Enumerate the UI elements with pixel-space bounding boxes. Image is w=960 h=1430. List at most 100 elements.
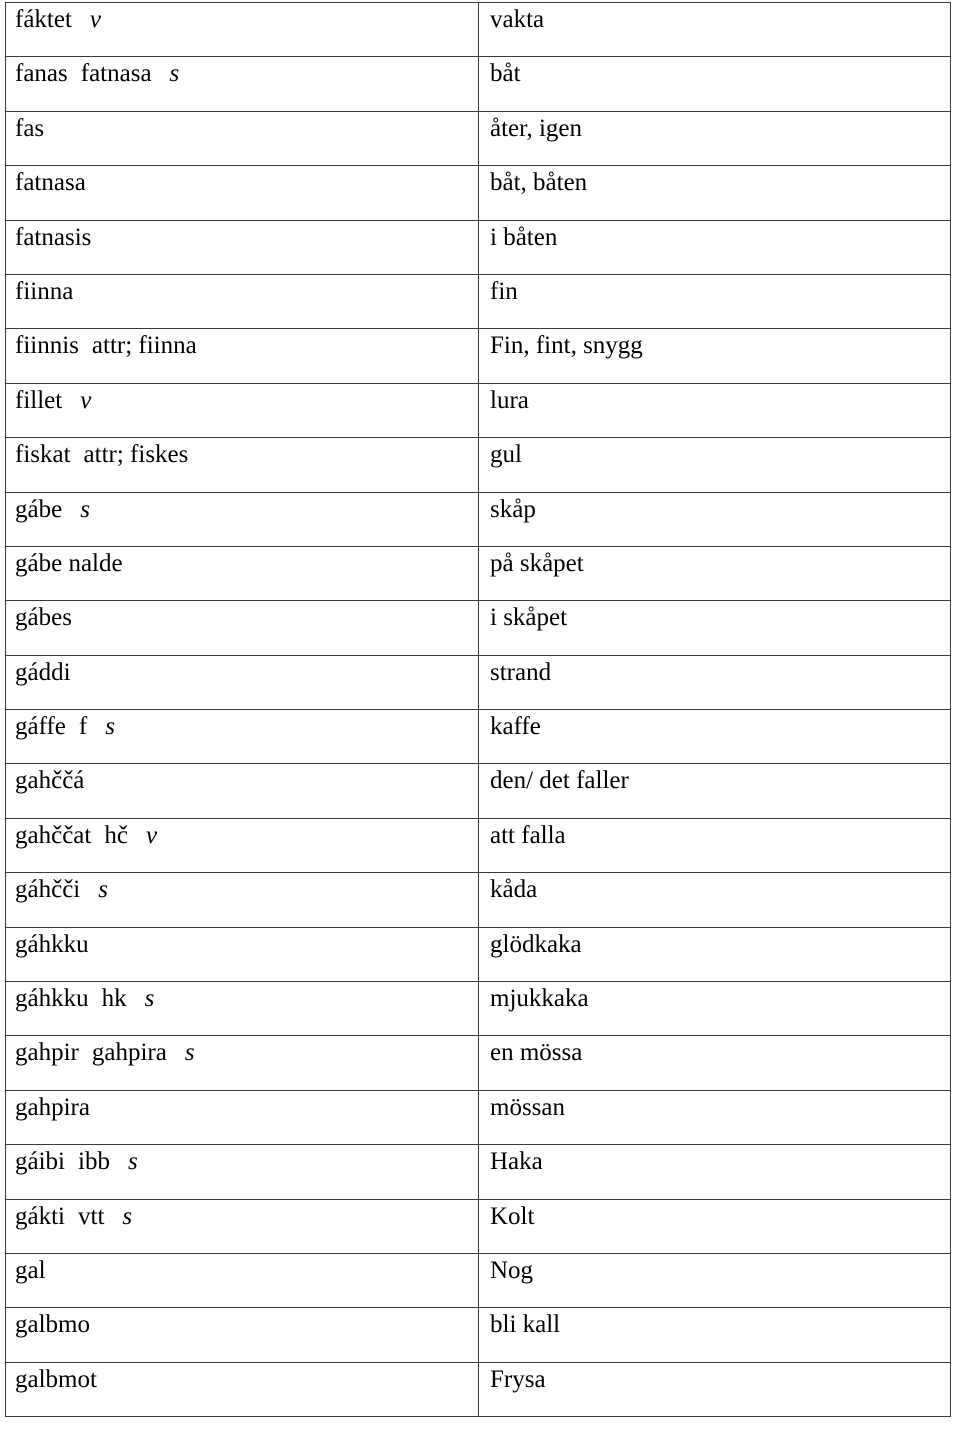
headword-stem: fatnasa (80, 60, 152, 88)
part-of-speech-marker: s (127, 1148, 138, 1176)
glossary-term-cell: gáhčči s (5, 872, 479, 928)
translation-text: Kolt (490, 1202, 535, 1230)
glossary-translation-cell: lura (478, 382, 951, 439)
translation-text: strand (490, 658, 552, 686)
translation-text: åter, igen (490, 114, 583, 142)
translation-text: fin (490, 277, 518, 305)
glossary-translation-cell: mössan (478, 1089, 951, 1146)
table-row: gáhkku glödkaka (5, 926, 951, 983)
glossary-translation-cell: gul (478, 437, 951, 493)
table-row: fiinna fin (5, 273, 951, 330)
headword-stem: hč (104, 821, 128, 849)
glossary-term-cell: galbmo (5, 1307, 479, 1363)
headword-stem: vtt (78, 1202, 105, 1230)
headword-stem: hk (101, 985, 127, 1013)
glossary-term-cell: fanas fatnasa s (5, 56, 479, 112)
glossary-translation-cell: i skåpet (478, 600, 951, 656)
translation-text: bli kall (490, 1311, 561, 1339)
table-row: fatnasis i båten (5, 219, 951, 275)
translation-text: glödkaka (490, 930, 582, 958)
table-row: gal Nog (5, 1252, 951, 1309)
glossary-term-cell: gahpira (5, 1089, 479, 1146)
glossary-translation-cell: i båten (478, 219, 951, 275)
table-row: gáhčči s kåda (5, 872, 951, 928)
part-of-speech-marker: v (145, 821, 158, 849)
headword: fanas (15, 60, 68, 88)
glossary-translation-cell: glödkaka (478, 926, 951, 983)
table-row: fáktet v vakta (5, 1, 951, 58)
translation-text: kaffe (490, 713, 541, 741)
glossary-translation-cell: strand (478, 654, 951, 711)
headword: gahpira (15, 1093, 90, 1121)
glossary-term-cell: gáhkku hk s (5, 981, 479, 1037)
glossary-term-cell: gákti vtt s (5, 1198, 479, 1254)
glossary-term-cell: gahpir gahpira s (5, 1035, 479, 1091)
translation-text: skåp (490, 495, 536, 523)
headword: gáhkku (15, 985, 89, 1013)
table-row: galbmo bli kall (5, 1307, 951, 1363)
glossary-term-cell: gáibi ibb s (5, 1144, 479, 1200)
translation-text: vakta (490, 6, 545, 33)
glossary-term-cell: fillet v (5, 382, 479, 439)
glossary-translation-cell: båt (478, 56, 951, 112)
translation-text: båt (490, 60, 521, 88)
table-row: fas åter, igen (5, 110, 951, 167)
translation-text: lura (490, 386, 529, 414)
glossary-translation-cell: skåp (478, 491, 951, 547)
headword: gákti (15, 1202, 65, 1230)
table-row: gákti vtt s Kolt (5, 1198, 951, 1254)
glossary-term-cell: fas (5, 110, 479, 167)
glossary-translation-cell: båt, båten (478, 165, 951, 221)
part-of-speech-marker: s (105, 713, 115, 741)
glossary-term-cell: gahččá (5, 763, 479, 819)
glossary-term-cell: fáktet v (5, 1, 479, 58)
glossary-translation-cell: bli kall (478, 1307, 951, 1363)
glossary-term-cell: gáhkku (5, 926, 479, 983)
table-row: fiinnis attr; fiinna Fin, fint, snygg (5, 328, 951, 384)
glossary-term-cell: fatnasis (5, 219, 479, 275)
part-of-speech-marker: v (89, 6, 102, 33)
glossary-translation-cell: den/ det faller (478, 763, 951, 819)
glossary-table-body: fáktet v vakta fanas fatnasa s båt fas åter, ige… (5, 1, 951, 1418)
glossary-term-cell: fatnasa (5, 165, 479, 221)
table-row: fanas fatnasa s båt (5, 56, 951, 112)
headword: gáddi (15, 658, 71, 686)
translation-text: gul (490, 441, 522, 469)
table-row: gáffe f s kaffe (5, 709, 951, 765)
table-row: gahpira mössan (5, 1089, 951, 1146)
table-row: gáhkku hk s mjukkaka (5, 981, 951, 1037)
glossary-term-cell: fiskat attr; fiskes (5, 437, 479, 493)
glossary-translation-cell: kåda (478, 872, 951, 928)
headword: gahpir (15, 1039, 79, 1067)
glossary-term-cell: gahččat hč v (5, 817, 479, 874)
headword-stem: gahpira (91, 1039, 167, 1067)
glossary-translation-cell: på skåpet (478, 545, 951, 602)
translation-text: Fin, fint, snygg (490, 332, 643, 360)
table-row: gáibi ibb s Haka (5, 1144, 951, 1200)
glossary-term-cell: galbmot (5, 1361, 479, 1418)
table-row: gahččá den/ det faller (5, 763, 951, 819)
table-row: gahččat hč v att falla (5, 817, 951, 874)
headword: gáhkku (15, 930, 89, 958)
glossary-translation-cell: mjukkaka (478, 981, 951, 1037)
headword: gábe (15, 495, 63, 523)
glossary-translation-cell: Fin, fint, snygg (478, 328, 951, 384)
glossary-table: fáktet v vakta fanas fatnasa s båt fas åter, ige… (5, 1, 951, 1418)
headword: gábe nalde (15, 549, 123, 577)
headword-stem: attr; fiskes (83, 441, 189, 469)
glossary-term-cell: fiinna (5, 273, 479, 330)
translation-text: kåda (490, 876, 538, 904)
glossary-translation-cell: vakta (478, 1, 951, 58)
translation-text: Nog (490, 1256, 534, 1284)
table-row: gábes i skåpet (5, 600, 951, 656)
table-row: fatnasa båt, båten (5, 165, 951, 221)
table-row: gábe s skåp (5, 491, 951, 547)
headword: gáffe (15, 713, 66, 741)
glossary-term-cell: fiinnis attr; fiinna (5, 328, 479, 384)
translation-text: båt, båten (490, 169, 588, 197)
part-of-speech-marker: v (80, 386, 92, 414)
glossary-term-cell: gábes (5, 600, 479, 656)
translation-text: i skåpet (490, 604, 568, 632)
translation-text: i båten (490, 223, 558, 251)
headword: gahččat (15, 821, 92, 849)
